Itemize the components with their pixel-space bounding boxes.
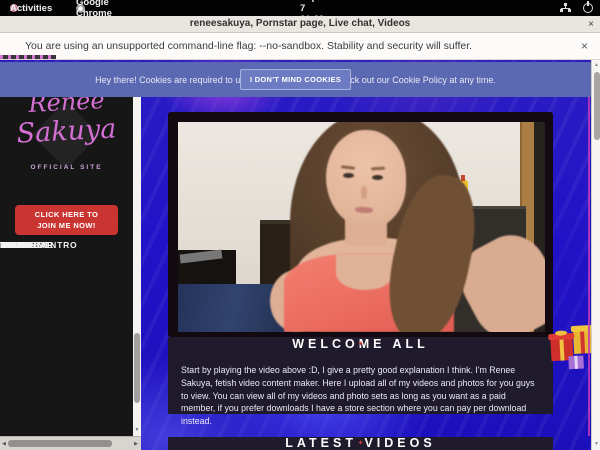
video-bottle-cap [461, 175, 465, 181]
woman-chest [336, 254, 394, 290]
site-tagline: OFFICIAL SITE [0, 164, 133, 171]
page-top-artifact [0, 55, 56, 59]
scroll-down-icon[interactable]: ▼ [592, 441, 600, 447]
chrome-infobar: You are using an unsupported command-lin… [0, 33, 600, 60]
activities-label: Activities [10, 3, 52, 14]
infobar-message: You are using an unsupported command-lin… [25, 33, 472, 59]
scroll-down-icon[interactable]: ▼ [133, 427, 141, 433]
infobar-close-icon[interactable]: × [581, 33, 588, 59]
sparkle-icon: ✦ [358, 439, 364, 447]
join-button[interactable]: CLICK HERE TO JOIN ME NOW! [15, 205, 118, 235]
gift-purple-icon [568, 355, 584, 369]
woman-left-eye [343, 173, 354, 178]
woman-lips [355, 207, 373, 214]
sidebar-vertical-scrollbar[interactable]: ▼ [133, 97, 141, 436]
gnome-top-bar: Activities Google Chrome Sep 7 21:39 [0, 0, 600, 16]
scroll-right-icon[interactable]: ▶ [134, 441, 138, 447]
sidebar: Renee Sakuya OFFICIAL SITE CLICK HERE TO… [0, 97, 133, 436]
power-icon[interactable] [583, 3, 593, 13]
sidebar-horizontal-scrollbar[interactable]: ◀ ▶ [0, 436, 141, 450]
sidebar-hscroll-thumb[interactable] [8, 440, 112, 447]
woman-face [326, 130, 406, 228]
window-title: reneesakuya, Pornstar page, Live chat, V… [0, 16, 600, 32]
woman-nose [361, 186, 367, 199]
titlebar-close-icon[interactable]: × [588, 17, 594, 32]
network-icon[interactable] [560, 3, 571, 13]
browser-scrollbar[interactable]: ▲ ▼ [591, 60, 600, 450]
browser-scrollbar-thumb[interactable] [594, 72, 600, 140]
latest-videos-panel: ✦ LATEST VIDEOS ✦ [168, 437, 553, 450]
cookie-banner: Hey there! Cookies are required to use t… [0, 62, 591, 97]
site-logo-line2[interactable]: Sakuya [0, 115, 133, 149]
window-title-bar: reneesakuya, Pornstar page, Live chat, V… [0, 16, 600, 33]
sidebar-vscroll-thumb[interactable] [134, 333, 140, 403]
cookie-accept-button[interactable]: I DON'T MIND COOKIES [240, 69, 351, 90]
page-right-border [588, 97, 590, 436]
screen: Activities Google Chrome Sep 7 21:39 ren… [0, 0, 600, 450]
scroll-up-icon[interactable]: ▲ [592, 62, 600, 68]
sparkle-icon: ✦ [358, 340, 364, 348]
welcome-body: Start by playing the video above :D, I g… [181, 364, 540, 428]
sidebar-item-blog[interactable]: BLOG [0, 236, 28, 256]
woman-right-eye [372, 175, 383, 180]
scroll-left-icon[interactable]: ◀ [2, 441, 6, 447]
video-frame-content[interactable] [178, 122, 545, 332]
welcome-panel: ✦ WELCOME ALL ✦ Start by playing the vid… [168, 337, 553, 414]
